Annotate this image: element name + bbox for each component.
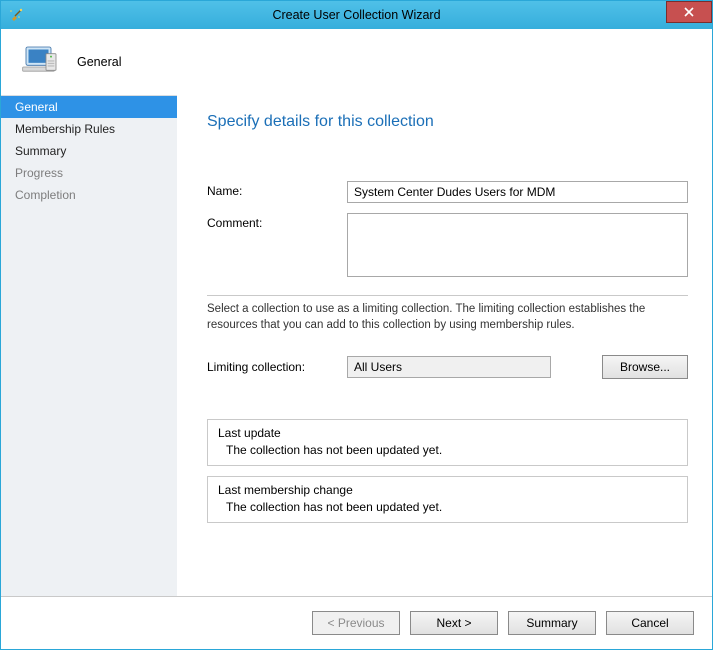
- last-update-group: Last update The collection has not been …: [207, 419, 688, 466]
- limiting-collection-label: Limiting collection:: [207, 360, 347, 374]
- last-update-legend: Last update: [218, 426, 677, 440]
- window-title: Create User Collection Wizard: [1, 8, 712, 22]
- name-input[interactable]: [347, 181, 688, 203]
- page-title: General: [77, 55, 121, 69]
- previous-button: < Previous: [312, 611, 400, 635]
- comment-label: Comment:: [207, 213, 347, 230]
- last-membership-value: The collection has not been updated yet.: [218, 500, 677, 514]
- wizard-footer: < Previous Next > Summary Cancel: [1, 596, 712, 649]
- wizard-main: Specify details for this collection Name…: [177, 95, 712, 596]
- name-label: Name:: [207, 181, 347, 198]
- wizard-sidebar: General Membership Rules Summary Progres…: [1, 95, 177, 596]
- next-button[interactable]: Next >: [410, 611, 498, 635]
- comment-input[interactable]: [347, 213, 688, 277]
- cancel-button[interactable]: Cancel: [606, 611, 694, 635]
- separator: [207, 295, 688, 296]
- limiting-help-text: Select a collection to use as a limiting…: [207, 302, 688, 333]
- last-membership-legend: Last membership change: [218, 483, 677, 497]
- sidebar-item-completion: Completion: [1, 184, 177, 206]
- wizard-window: Create User Collection Wizard General: [0, 0, 713, 650]
- limiting-collection-value: All Users: [347, 356, 551, 378]
- title-bar: Create User Collection Wizard: [1, 1, 712, 29]
- sidebar-item-general[interactable]: General: [1, 96, 177, 118]
- last-membership-group: Last membership change The collection ha…: [207, 476, 688, 523]
- sidebar-item-progress: Progress: [1, 162, 177, 184]
- close-button[interactable]: [666, 1, 712, 23]
- wizard-header: General: [1, 29, 712, 95]
- page-heading: Specify details for this collection: [207, 113, 688, 131]
- sidebar-item-membership-rules[interactable]: Membership Rules: [1, 118, 177, 140]
- wizard-icon: [7, 6, 25, 24]
- last-update-value: The collection has not been updated yet.: [218, 443, 677, 457]
- wizard-body: General Membership Rules Summary Progres…: [1, 95, 712, 596]
- sidebar-item-summary[interactable]: Summary: [1, 140, 177, 162]
- browse-button[interactable]: Browse...: [602, 355, 688, 379]
- computer-icon: [21, 42, 61, 82]
- summary-button[interactable]: Summary: [508, 611, 596, 635]
